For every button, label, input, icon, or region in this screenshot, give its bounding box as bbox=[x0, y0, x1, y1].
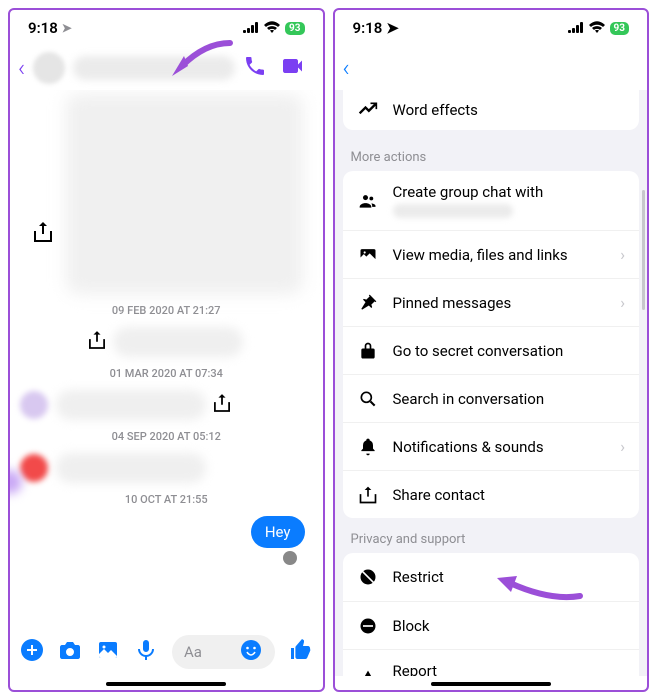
section-privacy: Privacy and support bbox=[335, 518, 648, 553]
row-report[interactable]: Report Give feedback and report conversa… bbox=[343, 649, 640, 676]
camera-icon[interactable] bbox=[58, 638, 82, 666]
row-view-media[interactable]: View media, files and links › bbox=[343, 230, 640, 278]
sender-avatar bbox=[20, 391, 48, 419]
timestamp: 01 MAR 2020 AT 07:34 bbox=[20, 367, 313, 380]
share-icon[interactable] bbox=[34, 222, 52, 246]
battery-icon: 93 bbox=[285, 22, 304, 35]
settings-header: ‹ bbox=[335, 46, 648, 90]
row-secret[interactable]: Go to secret conversation bbox=[343, 326, 640, 374]
lock-icon bbox=[357, 341, 379, 361]
scroll-indicator[interactable] bbox=[642, 190, 645, 310]
settings-list[interactable]: Word effects More actions Create group c… bbox=[335, 90, 648, 676]
warning-icon bbox=[357, 669, 379, 676]
message-blurred bbox=[66, 94, 303, 294]
clock: 9:18 bbox=[353, 19, 383, 37]
input-bar: Aa bbox=[10, 628, 323, 676]
row-restrict[interactable]: Restrict bbox=[343, 553, 640, 601]
share-icon[interactable] bbox=[214, 394, 230, 416]
chevron-right-icon: › bbox=[620, 293, 625, 312]
message-blurred bbox=[56, 453, 206, 483]
wifi-icon bbox=[264, 19, 280, 37]
chat-body[interactable]: 09 FEB 2020 AT 21:27 01 MAR 2020 AT 07:3… bbox=[10, 90, 323, 628]
contact-avatar[interactable] bbox=[33, 52, 65, 84]
back-button[interactable]: ‹ bbox=[343, 54, 350, 82]
timestamp: 09 FEB 2020 AT 21:27 bbox=[20, 304, 313, 317]
location-icon: ➤ bbox=[386, 19, 399, 37]
gallery-icon[interactable] bbox=[96, 638, 120, 666]
phone-settings-screen: 9:18 ➤ 93 ‹ Word effects More actions Cr… bbox=[333, 8, 650, 692]
emoji-icon[interactable] bbox=[239, 638, 263, 666]
seen-indicator bbox=[283, 551, 297, 565]
row-share-contact[interactable]: Share contact bbox=[343, 470, 640, 518]
audio-call-button[interactable] bbox=[243, 54, 267, 82]
timestamp: 04 SEP 2020 AT 05:12 bbox=[20, 430, 313, 443]
restrict-icon bbox=[357, 567, 379, 587]
clock: 9:18 bbox=[28, 19, 58, 37]
row-pinned[interactable]: Pinned messages › bbox=[343, 278, 640, 326]
share-icon[interactable] bbox=[89, 331, 105, 353]
row-create-group[interactable]: Create group chat with bbox=[343, 171, 640, 230]
sender-avatar bbox=[20, 454, 48, 482]
section-more-actions: More actions bbox=[335, 136, 648, 171]
back-button[interactable]: ‹ bbox=[18, 54, 25, 82]
media-icon bbox=[357, 245, 379, 265]
contact-name[interactable] bbox=[73, 56, 234, 80]
row-notifications[interactable]: Notifications & sounds › bbox=[343, 422, 640, 470]
chevron-right-icon: › bbox=[620, 245, 625, 264]
signal-icon bbox=[243, 19, 259, 37]
home-indicator[interactable] bbox=[431, 682, 551, 686]
input-placeholder: Aa bbox=[184, 643, 202, 661]
signal-icon bbox=[568, 19, 584, 37]
chat-header: ‹ bbox=[10, 46, 323, 90]
sent-message[interactable]: Hey bbox=[251, 516, 305, 548]
video-call-button[interactable] bbox=[281, 54, 305, 82]
mic-icon[interactable] bbox=[134, 638, 158, 666]
row-search[interactable]: Search in conversation bbox=[343, 374, 640, 422]
like-button[interactable] bbox=[289, 638, 313, 666]
wifi-icon bbox=[589, 19, 605, 37]
bell-icon bbox=[357, 437, 379, 457]
pin-icon bbox=[357, 293, 379, 313]
block-icon bbox=[357, 616, 379, 636]
share-icon bbox=[357, 485, 379, 505]
search-icon bbox=[357, 389, 379, 409]
row-word-effects[interactable]: Word effects bbox=[343, 90, 640, 130]
row-block[interactable]: Block bbox=[343, 601, 640, 649]
contact-name-blurred bbox=[393, 204, 513, 218]
message-blurred bbox=[113, 327, 243, 357]
phone-chat-screen: 9:18 ➤ 93 ‹ bbox=[8, 8, 325, 692]
word-effects-icon bbox=[357, 100, 379, 120]
timestamp: 10 OCT AT 21:55 bbox=[20, 493, 313, 506]
status-bar: 9:18 ➤ 93 bbox=[10, 10, 323, 46]
location-icon: ➤ bbox=[62, 21, 72, 35]
battery-icon: 93 bbox=[610, 22, 629, 35]
message-blurred bbox=[56, 390, 206, 420]
message-input[interactable]: Aa bbox=[172, 635, 275, 669]
add-button[interactable] bbox=[20, 638, 44, 666]
group-icon bbox=[357, 191, 379, 211]
status-bar: 9:18 ➤ 93 bbox=[335, 10, 648, 46]
home-indicator[interactable] bbox=[106, 682, 226, 686]
chevron-right-icon: › bbox=[620, 437, 625, 456]
